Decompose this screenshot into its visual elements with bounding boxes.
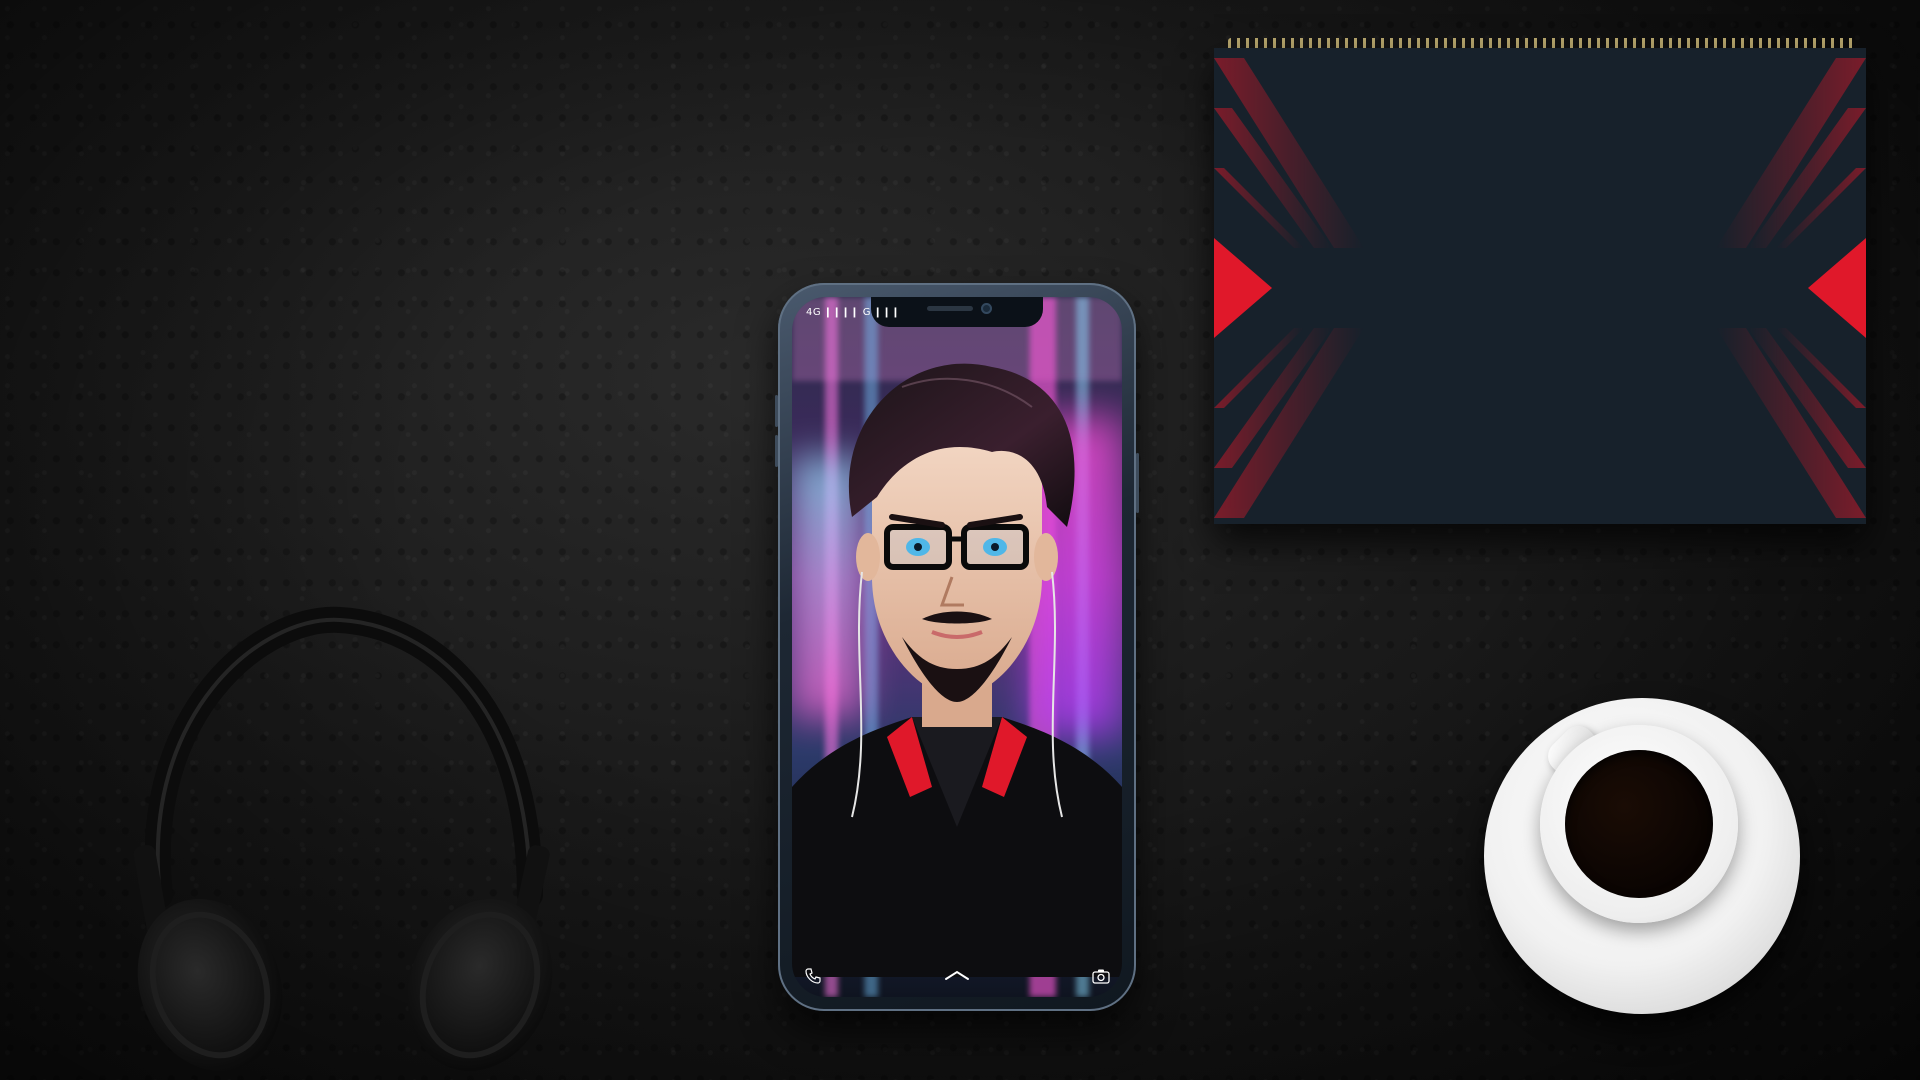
smartphone[interactable]: 4G ❙❙❙❙ G ❙❙❙ xyxy=(775,283,1139,1011)
anime-avatar-wallpaper xyxy=(792,363,1122,977)
home-chevron-icon[interactable] xyxy=(944,966,970,985)
power-button[interactable] xyxy=(1136,453,1139,513)
coffee xyxy=(1565,750,1713,898)
notebook-cover-art xyxy=(1214,48,1866,524)
camera-icon[interactable] xyxy=(1090,965,1112,987)
status-bar: 4G ❙❙❙❙ G ❙❙❙ xyxy=(806,307,901,318)
speaker-grille xyxy=(927,306,973,311)
front-camera xyxy=(981,303,992,314)
headphones xyxy=(133,606,553,1072)
phone-icon[interactable] xyxy=(802,965,824,987)
volume-down-button[interactable] xyxy=(775,435,778,467)
phone-screen[interactable]: 4G ❙❙❙❙ G ❙❙❙ xyxy=(792,297,1122,997)
notebook xyxy=(1214,48,1866,524)
volume-up-button[interactable] xyxy=(775,395,778,427)
